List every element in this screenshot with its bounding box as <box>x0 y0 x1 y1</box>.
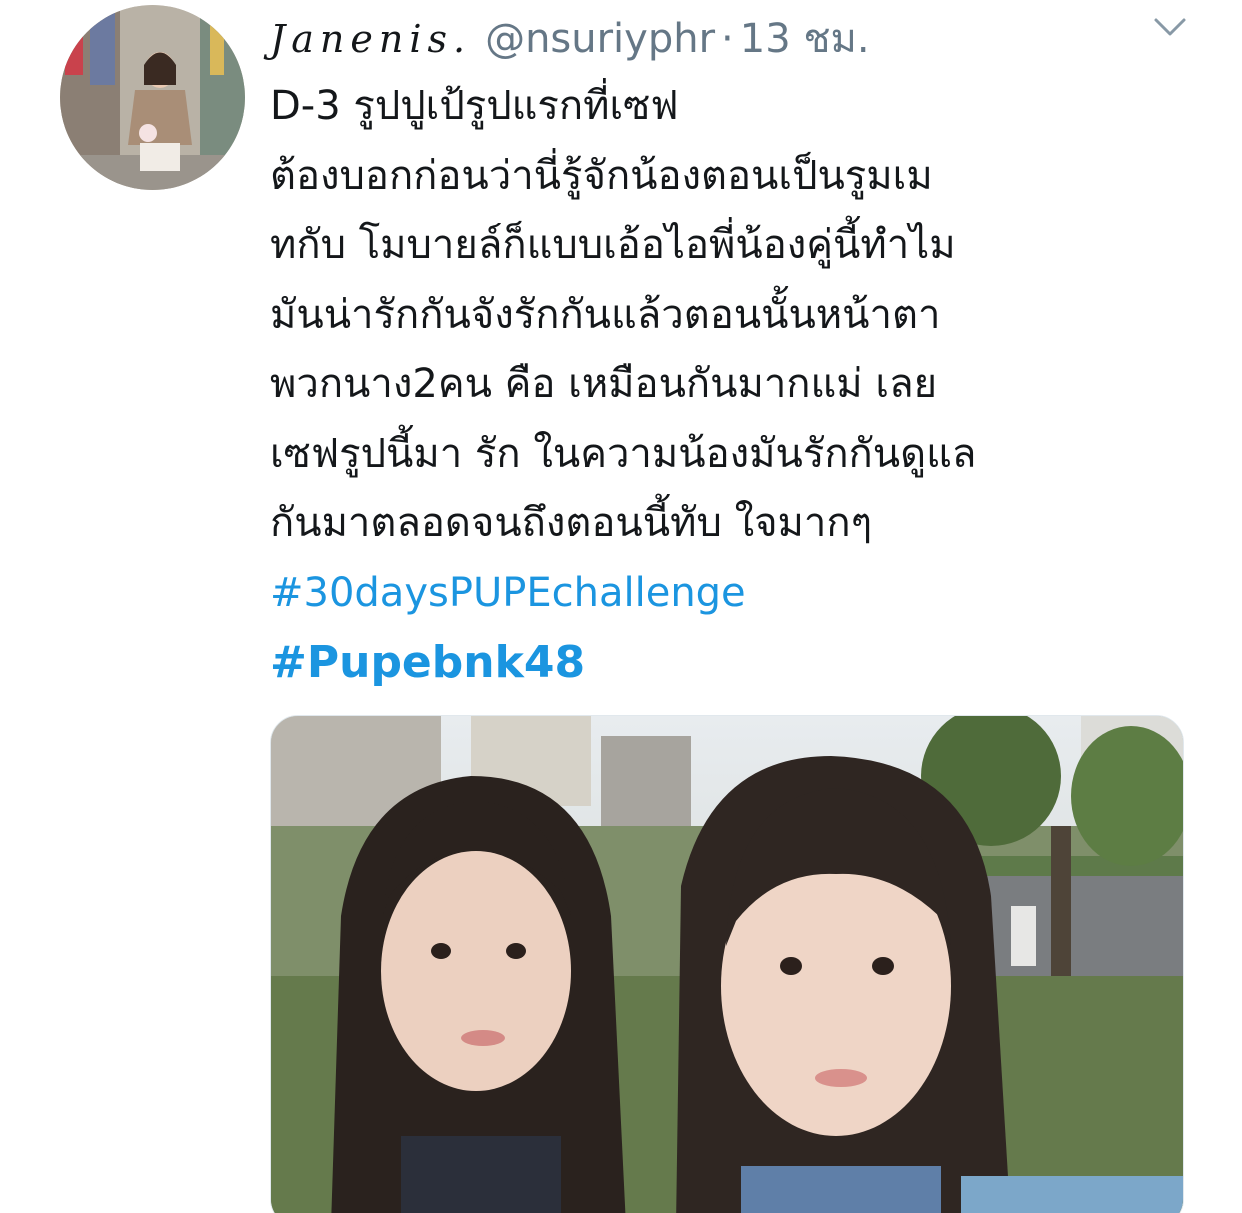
tweet-header: Janenis. @nsuriyphr · 13 ชม. <box>270 6 870 62</box>
tweet-text-line: เซฟรูปนี้มา รัก ในความน้องมันรักกันดูแล <box>270 430 977 477</box>
avatar[interactable] <box>60 5 245 190</box>
more-options-button[interactable] <box>1150 12 1190 42</box>
tweet-text-line: กันมาตลอดจนถึงตอนนี้ทับ ใจมากๆ <box>270 500 873 546</box>
tweet-media-image[interactable] <box>270 715 1184 1213</box>
tweet-text-line: มันน่ารักกันจังรักกันแล้วตอนนั้นหน้าตา <box>270 291 941 338</box>
tweet-text-line: พวกนาง2คน คือ เหมือนกันมากแม่ เลย <box>270 361 938 407</box>
tweet-text: D-3 รูปปูเป้รูปแรกที่เซฟ ต้องบอกก่อนว่าน… <box>270 72 1210 698</box>
hashtag-link[interactable]: #Pupebnk48 <box>270 628 1210 698</box>
separator-dot: · <box>721 16 734 62</box>
avatar-photo <box>60 5 245 190</box>
display-name[interactable]: Janenis. <box>270 17 471 61</box>
hashtag-link[interactable]: #30daysPUPEchallenge <box>270 559 1210 629</box>
tweet-text-line: ทกับ โมบายล์ก็แบบเอ้อไอพี่น้องคู่นี้ทำไม <box>270 222 956 268</box>
photo-two-girls <box>271 716 1183 1213</box>
chevron-down-icon <box>1154 18 1186 36</box>
timestamp[interactable]: 13 ชม. <box>740 6 870 70</box>
user-handle[interactable]: @nsuriyphr <box>485 16 715 62</box>
tweet-text-line: ต้องบอกก่อนว่านี่รู้จักน้องตอนเป็นรูมเม <box>270 152 933 199</box>
tweet[interactable]: Janenis. @nsuriyphr · 13 ชม. D-3 รูปปูเป… <box>0 0 1242 1213</box>
tweet-text-line: D-3 รูปปูเป้รูปแรกที่เซฟ <box>270 83 679 129</box>
